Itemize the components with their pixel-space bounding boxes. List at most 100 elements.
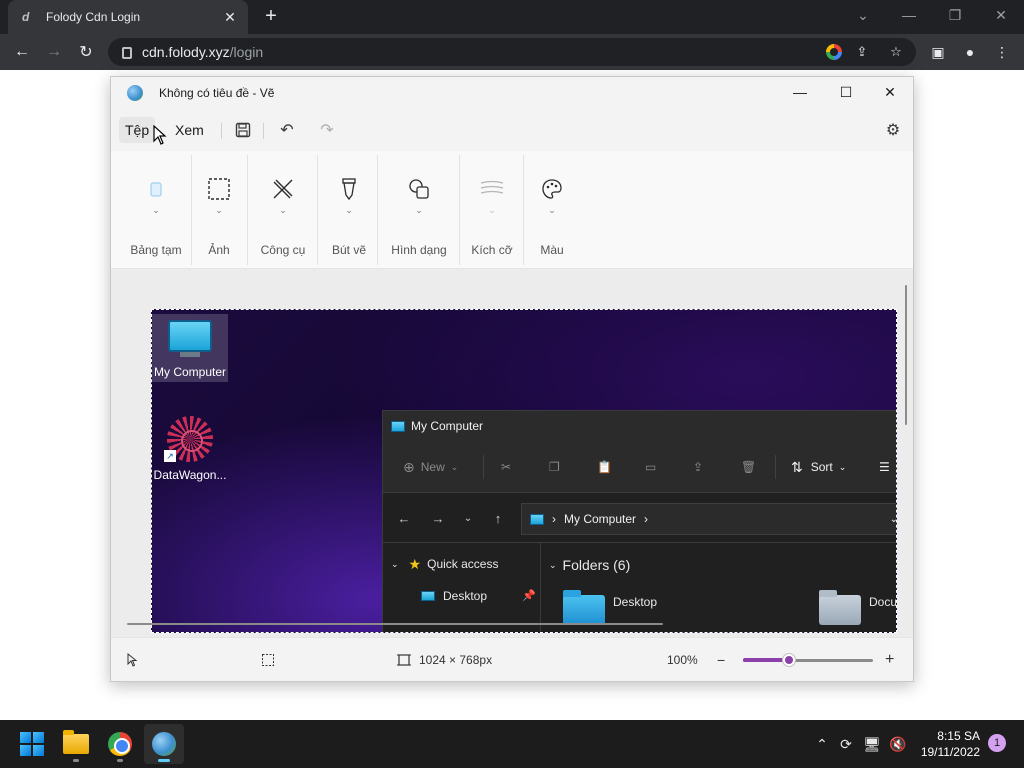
folder-icon [563, 590, 605, 625]
chevron-down-icon: ⌄ [549, 559, 557, 570]
folder-item[interactable]: Docu [819, 590, 896, 625]
canvas-area[interactable]: My Computer ↗ DataWagon... My Computer ⊕… [111, 269, 913, 637]
ribbon-clipboard[interactable]: ⌄ Bảng tạm [123, 151, 189, 269]
taskbar-paint[interactable] [144, 724, 184, 764]
share-icon[interactable]: ⇪ [852, 42, 872, 62]
selection-size-icon [261, 650, 275, 670]
explorer-address-bar[interactable]: › My Computer › ⌄ [521, 503, 896, 535]
undo-icon[interactable]: ↶ [275, 118, 299, 142]
browser-tab[interactable]: d Folody Cdn Login ✕ [8, 0, 248, 34]
up-arrow-icon[interactable]: ↑ [489, 509, 507, 527]
share-icon[interactable]: ⇪ [693, 457, 703, 477]
sort-button[interactable]: ⇅ Sort ⌄ [791, 457, 846, 477]
reload-button[interactable]: ↻ [74, 40, 98, 64]
close-window-button[interactable]: ✕ [978, 0, 1024, 30]
paint-app-icon [127, 85, 143, 101]
paint-window-title: Không có tiêu đề - Vẽ [159, 86, 275, 100]
vertical-scrollbar[interactable] [905, 285, 907, 425]
google-icon[interactable] [824, 42, 844, 62]
ribbon-size[interactable]: ⌄ Kích cỡ [465, 151, 519, 269]
ribbon-shapes[interactable]: ⌄ Hình dạng [383, 151, 455, 269]
lock-icon[interactable] [122, 47, 132, 59]
horizontal-scrollbar[interactable] [127, 623, 663, 625]
zoom-out-button[interactable]: − [717, 650, 725, 670]
computer-icon [391, 420, 405, 432]
zoom-slider-thumb[interactable] [782, 653, 796, 667]
minimize-button[interactable]: — [886, 0, 932, 30]
canvas-size-status: 1024 × 768px [397, 650, 492, 670]
copy-icon[interactable]: ❐ [549, 457, 560, 477]
menu-view[interactable]: Xem [169, 117, 210, 143]
desktop-icon-my-computer[interactable]: My Computer [152, 314, 228, 382]
side-panel-icon[interactable]: ▣ [928, 42, 948, 62]
redo-icon[interactable]: ↷ [315, 118, 339, 142]
zoom-in-button[interactable]: + [885, 650, 894, 670]
ribbon-brushes[interactable]: ⌄ Bút vẽ [323, 151, 375, 269]
ribbon-image[interactable]: ⌄ Ảnh [197, 151, 241, 269]
paint-window: Không có tiêu đề - Vẽ — ☐ ✕ Tệp Xem ↶ ↷ … [110, 76, 914, 682]
paint-maximize-button[interactable]: ☐ [823, 77, 869, 107]
chevron-down-icon: ⌄ [838, 461, 847, 472]
delete-icon[interactable]: 🗑 [741, 457, 756, 477]
zoom-percent[interactable]: 100% [667, 650, 698, 670]
paint-menubar: Tệp Xem ↶ ↷ ⚙ [111, 109, 913, 151]
rename-icon[interactable]: ▭ [645, 457, 656, 477]
new-tab-button[interactable]: + [260, 5, 282, 27]
network-icon[interactable]: 🖥 [862, 734, 882, 754]
restore-button[interactable]: ❐ [932, 0, 978, 30]
view-options-icon[interactable]: ☰ [879, 457, 890, 477]
start-button[interactable] [12, 724, 52, 764]
nav-item-desktop[interactable]: Desktop [421, 585, 487, 607]
profile-icon[interactable]: ● [960, 42, 980, 62]
size-icon [480, 177, 504, 201]
desktop-icon-datawagon[interactable]: ↗ DataWagon... [152, 414, 228, 484]
sync-icon[interactable]: ⟳ [836, 734, 856, 754]
canvas-image[interactable]: My Computer ↗ DataWagon... My Computer ⊕… [151, 309, 897, 633]
forward-button[interactable]: → [42, 40, 66, 64]
bookmark-star-icon[interactable]: ☆ [886, 42, 906, 62]
forward-arrow-icon[interactable]: → [429, 509, 447, 527]
tab-search-icon[interactable]: ⌄ [840, 0, 886, 30]
tray-overflow-chevron-icon[interactable]: ⌃ [812, 734, 832, 754]
ribbon-label: Ảnh [208, 243, 230, 257]
back-button[interactable]: ← [10, 40, 34, 64]
shapes-icon [407, 177, 431, 201]
explorer-address-row: ← → ⌄ ↑ › My Computer › ⌄ [383, 493, 896, 543]
explorer-window: My Computer ⊕ New ⌄ ✂ ❐ 📋 ▭ ⇪ 🗑 ⇅ Sort ⌄… [382, 410, 896, 632]
desktop-icon [421, 591, 435, 601]
breadcrumb-chevron-icon: › [644, 512, 649, 526]
cut-icon[interactable]: ✂ [501, 457, 511, 477]
nav-item-quick-access[interactable]: ⌄ ★ Quick access [391, 553, 498, 575]
taskbar-clock[interactable]: 8:15 SA 19/11/2022 [908, 728, 980, 760]
pin-icon[interactable]: 📌 [522, 589, 536, 602]
tab-title: Folody Cdn Login [46, 10, 141, 24]
settings-people-icon[interactable]: ⚙ [881, 118, 905, 142]
ribbon-divider [317, 155, 318, 265]
menu-file[interactable]: Tệp [119, 117, 156, 143]
paint-minimize-button[interactable]: — [777, 77, 823, 107]
ribbon-tools[interactable]: ⌄ Công cụ [253, 151, 313, 269]
ribbon-label: Bút vẽ [331, 243, 367, 257]
volume-muted-icon[interactable]: 🔇 [888, 734, 908, 754]
taskbar-file-explorer[interactable] [56, 724, 96, 764]
taskbar-chrome[interactable] [100, 724, 140, 764]
chevron-down-icon: ⌄ [391, 558, 399, 569]
paint-close-button[interactable]: ✕ [867, 77, 913, 107]
folders-group-header[interactable]: ⌄ Folders (6) [549, 557, 630, 573]
desktop-icon-label: DataWagon... [153, 468, 227, 482]
explorer-title: My Computer [411, 419, 484, 433]
tab-close-icon[interactable]: ✕ [222, 9, 238, 25]
new-button[interactable]: ⊕ New ⌄ [403, 457, 458, 477]
file-explorer-icon [63, 730, 89, 754]
back-arrow-icon[interactable]: ← [395, 509, 413, 527]
palette-icon [540, 177, 564, 201]
folder-item[interactable]: Desktop [563, 590, 657, 625]
menu-kebab-icon[interactable]: ⋮ [992, 42, 1012, 62]
paste-icon[interactable]: 📋 [597, 457, 612, 477]
save-icon[interactable] [231, 118, 255, 142]
chevron-down-icon[interactable]: ⌄ [890, 514, 896, 525]
address-bar[interactable]: cdn.folody.xyz/login ⇪ ☆ [108, 38, 916, 66]
recent-chevron-icon[interactable]: ⌄ [459, 509, 477, 527]
notification-badge[interactable]: 1 [988, 734, 1006, 752]
ribbon-colors[interactable]: ⌄ Màu [529, 151, 575, 269]
